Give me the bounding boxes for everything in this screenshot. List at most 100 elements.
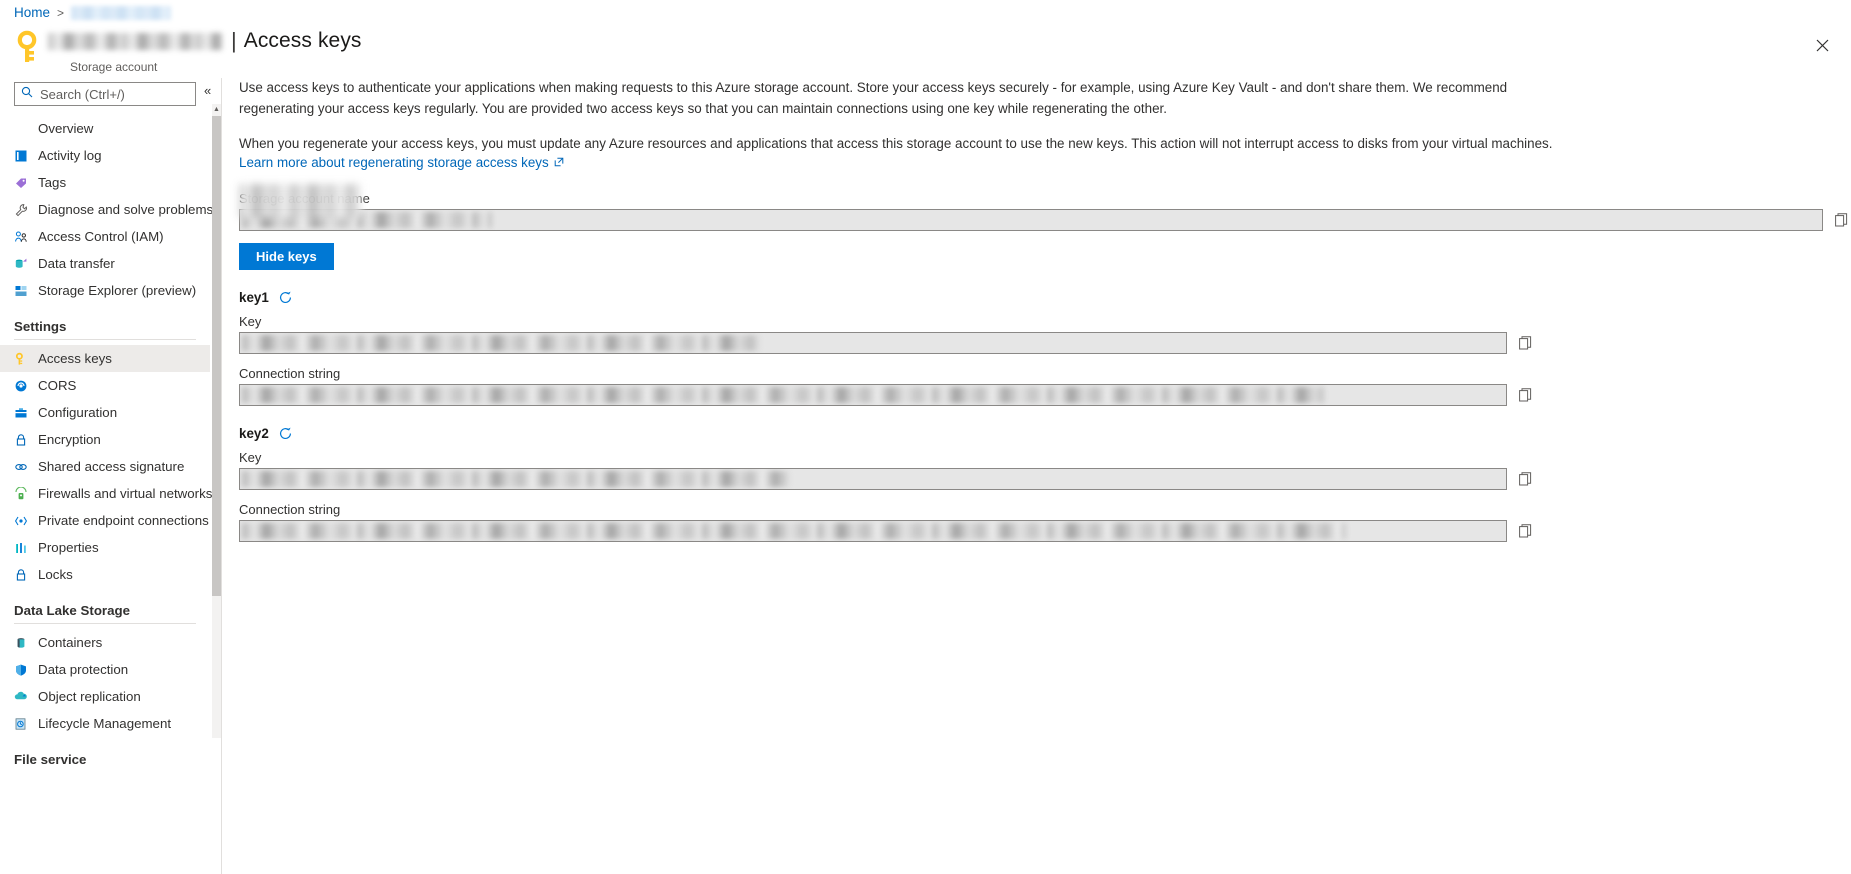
sidebar-item-label: Object replication xyxy=(38,689,141,704)
sidebar-item-private-endpoint-connections[interactable]: Private endpoint connections xyxy=(0,507,210,534)
key1-connection-string-label: Connection string xyxy=(239,366,341,382)
learn-more-link[interactable]: Learn more about regenerating storage ac… xyxy=(239,155,564,170)
key2-connection-string-row xyxy=(239,520,1851,543)
close-button[interactable] xyxy=(1807,30,1837,60)
key1-header: key1 xyxy=(239,290,1851,305)
sidebar-item-label: Activity log xyxy=(38,148,102,163)
configuration-icon xyxy=(14,406,38,420)
page-header: | Access keys Storage account xyxy=(14,28,362,74)
sidebar-item-label: Storage Explorer (preview) xyxy=(38,283,197,298)
activity-log-icon xyxy=(14,149,38,163)
storage-account-name-row xyxy=(239,209,1851,232)
wrench-icon xyxy=(14,203,38,217)
sidebar-item-label: Firewalls and virtual networks xyxy=(38,486,213,501)
sidebar: Overview Activity log xyxy=(0,78,214,874)
main-content: Use access keys to authenticate your app… xyxy=(239,78,1851,544)
sidebar-item-cors[interactable]: CORS xyxy=(0,372,210,399)
description-paragraph-2: When you regenerate your access keys, yo… xyxy=(239,135,1553,151)
breadcrumb-home-link[interactable]: Home xyxy=(14,5,50,20)
sidebar-item-label: Overview xyxy=(38,121,94,136)
copy-icon[interactable] xyxy=(1515,472,1535,486)
sidebar-item-shared-access-signature[interactable]: Shared access signature xyxy=(0,453,210,480)
sidebar-item-storage-explorer-preview[interactable]: Storage Explorer (preview) xyxy=(0,277,210,304)
sidebar-item-object-replication[interactable]: Object replication xyxy=(0,683,210,710)
title-divider: | xyxy=(231,28,237,53)
sidebar-scrollbar[interactable]: ▲ xyxy=(212,104,221,738)
object-replication-icon xyxy=(14,690,38,704)
breadcrumb-resource-redacted[interactable] xyxy=(71,5,172,20)
key1-key-redacted-value xyxy=(242,335,760,352)
sidebar-item-activity-log[interactable]: Activity log xyxy=(0,142,210,169)
sidebar-item-label: Diagnose and solve problems xyxy=(38,202,214,217)
regenerate-icon[interactable] xyxy=(278,426,293,441)
page-subtitle: Storage account xyxy=(70,60,158,74)
key-icon xyxy=(14,30,44,66)
sidebar-group-data-lake-storage: Data Lake Storage xyxy=(14,603,131,618)
regenerate-icon[interactable] xyxy=(278,290,293,305)
hide-keys-button[interactable]: Hide keys xyxy=(239,243,334,271)
description-paragraph-1: Use access keys to authenticate your app… xyxy=(239,80,1508,116)
link-icon xyxy=(14,460,38,474)
key-block-key2: key2 Key Connection string xyxy=(239,426,1851,543)
sidebar-group-divider xyxy=(14,339,196,340)
key1-key-row xyxy=(239,332,1851,355)
sidebar-item-configuration[interactable]: Configuration xyxy=(0,399,210,426)
firewall-icon xyxy=(14,486,38,501)
search-box[interactable] xyxy=(14,82,196,106)
sidebar-item-access-keys[interactable]: Access keys xyxy=(0,345,210,372)
sidebar-item-label: Access Control (IAM) xyxy=(38,229,164,244)
sidebar-group-file-service: File service xyxy=(14,752,87,767)
properties-icon xyxy=(14,541,38,555)
sidebar-item-label: Containers xyxy=(38,635,103,650)
storage-account-name-input[interactable] xyxy=(239,209,1823,232)
key1-key-input[interactable] xyxy=(239,332,1507,355)
sidebar-item-tags[interactable]: Tags xyxy=(0,169,210,196)
sidebar-item-label: Lifecycle Management xyxy=(38,716,172,731)
key1-connection-string-row xyxy=(239,384,1851,407)
people-icon xyxy=(14,230,38,244)
lock-icon xyxy=(14,433,38,447)
key1-connection-string-input[interactable] xyxy=(239,384,1507,407)
sidebar-item-label: Encryption xyxy=(38,432,101,447)
sidebar-item-encryption[interactable]: Encryption xyxy=(0,426,210,453)
sidebar-search-wrapper xyxy=(0,78,210,106)
sidebar-item-label: Private endpoint connections xyxy=(38,513,209,528)
copy-icon[interactable] xyxy=(1831,213,1851,227)
key1-name-label: key1 xyxy=(239,290,269,306)
sidebar-item-lifecycle-management[interactable]: Lifecycle Management xyxy=(0,710,210,737)
key2-key-row xyxy=(239,468,1851,491)
cors-icon xyxy=(14,379,38,393)
scroll-up-arrow-icon[interactable]: ▲ xyxy=(212,104,221,115)
sidebar-item-label: Data protection xyxy=(38,662,129,677)
copy-icon[interactable] xyxy=(1515,336,1535,350)
collapse-sidebar-button[interactable]: « xyxy=(204,83,211,98)
key2-connection-string-input[interactable] xyxy=(239,520,1507,543)
sidebar-item-containers[interactable]: Containers xyxy=(0,629,210,656)
sidebar-item-firewalls-and-virtual-networks[interactable]: Firewalls and virtual networks xyxy=(0,480,213,507)
sidebar-item-overview[interactable]: Overview xyxy=(0,115,210,142)
sidebar-item-label: Data transfer xyxy=(38,256,115,271)
sidebar-item-data-transfer[interactable]: Data transfer xyxy=(0,250,210,277)
sidebar-item-properties[interactable]: Properties xyxy=(0,534,210,561)
key-block-key1: key1 Key Connection string xyxy=(239,290,1851,407)
page-title: Access keys xyxy=(243,29,362,52)
copy-icon[interactable] xyxy=(1515,524,1535,538)
key2-key-input[interactable] xyxy=(239,468,1507,491)
sidebar-item-diagnose-and-solve-problems[interactable]: Diagnose and solve problems xyxy=(0,196,214,223)
breadcrumb-separator-icon: > xyxy=(57,5,65,20)
storage-account-name-label: Storage account name xyxy=(239,191,370,207)
container-icon xyxy=(14,636,38,650)
sidebar-item-data-protection[interactable]: Data protection xyxy=(0,656,210,683)
learn-more-label: Learn more about regenerating storage ac… xyxy=(239,155,549,171)
sidebar-item-label: CORS xyxy=(38,378,77,393)
sidebar-item-label: Shared access signature xyxy=(38,459,185,474)
breadcrumb: Home > xyxy=(14,5,172,20)
sidebar-item-label: Tags xyxy=(38,175,67,190)
storage-explorer-icon xyxy=(14,284,38,298)
copy-icon[interactable] xyxy=(1515,388,1535,402)
search-input[interactable] xyxy=(40,86,189,102)
sidebar-scroll-thumb[interactable] xyxy=(212,116,221,596)
key2-key-label: Key xyxy=(239,450,262,466)
sidebar-item-access-control-iam[interactable]: Access Control (IAM) xyxy=(0,223,210,250)
sidebar-item-locks[interactable]: Locks xyxy=(0,561,210,588)
